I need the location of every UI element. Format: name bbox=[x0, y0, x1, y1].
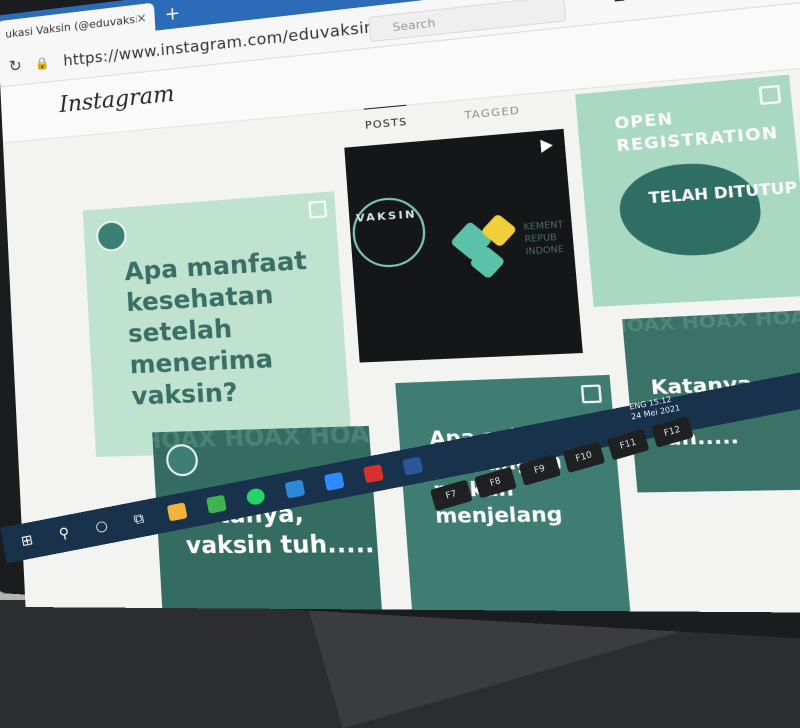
post-side-text: KEMENT REPUB INDONE bbox=[523, 219, 565, 257]
windows-start-icon[interactable]: ⊞ bbox=[18, 532, 37, 551]
post-background-text: HOAX HOAX HOAX bbox=[622, 309, 800, 337]
acrobat-icon[interactable] bbox=[363, 464, 384, 484]
file-explorer-icon[interactable] bbox=[166, 502, 188, 522]
reload-icon[interactable]: ↻ bbox=[8, 56, 22, 76]
carousel-icon bbox=[308, 200, 328, 219]
cortana-icon[interactable]: ○ bbox=[92, 517, 111, 536]
word-icon[interactable] bbox=[402, 456, 424, 476]
speech-blob-shape bbox=[616, 158, 765, 260]
carousel-icon bbox=[580, 384, 603, 404]
whatsapp-icon[interactable] bbox=[245, 487, 267, 507]
lock-icon[interactable]: 🔒 bbox=[35, 55, 50, 70]
post-thumbnail[interactable]: Apa manfaat kesehatan setelah menerima v… bbox=[82, 191, 353, 457]
video-icon bbox=[540, 138, 554, 153]
task-view-icon[interactable]: ⧉ bbox=[130, 510, 149, 529]
search-icon[interactable]: ⚲ bbox=[55, 524, 74, 543]
vaccine-ring-icon bbox=[350, 195, 428, 270]
post-thumbnail[interactable]: OPEN REGISTRATION TELAH DITUTUP bbox=[575, 74, 800, 307]
zoom-icon[interactable] bbox=[323, 471, 345, 491]
instagram-logo[interactable]: Instagram bbox=[59, 81, 175, 118]
search-placeholder: Search bbox=[392, 15, 436, 34]
line-app-icon[interactable] bbox=[206, 494, 227, 514]
eduvaksin-logo-icon bbox=[95, 219, 128, 253]
post-thumbnail[interactable]: VAKSIN KEMENT REPUB INDONE bbox=[344, 128, 583, 363]
new-tab-icon[interactable]: + bbox=[164, 3, 181, 26]
tab-posts[interactable]: POSTS bbox=[363, 104, 408, 132]
post-caption: Apa manfaat kesehatan setelah menerima v… bbox=[123, 245, 308, 411]
edge-icon[interactable] bbox=[284, 479, 306, 499]
tab-tagged[interactable]: TAGGED bbox=[463, 94, 521, 123]
close-icon[interactable]: × bbox=[136, 11, 147, 26]
post-caption: OPEN REGISTRATION bbox=[613, 110, 780, 156]
